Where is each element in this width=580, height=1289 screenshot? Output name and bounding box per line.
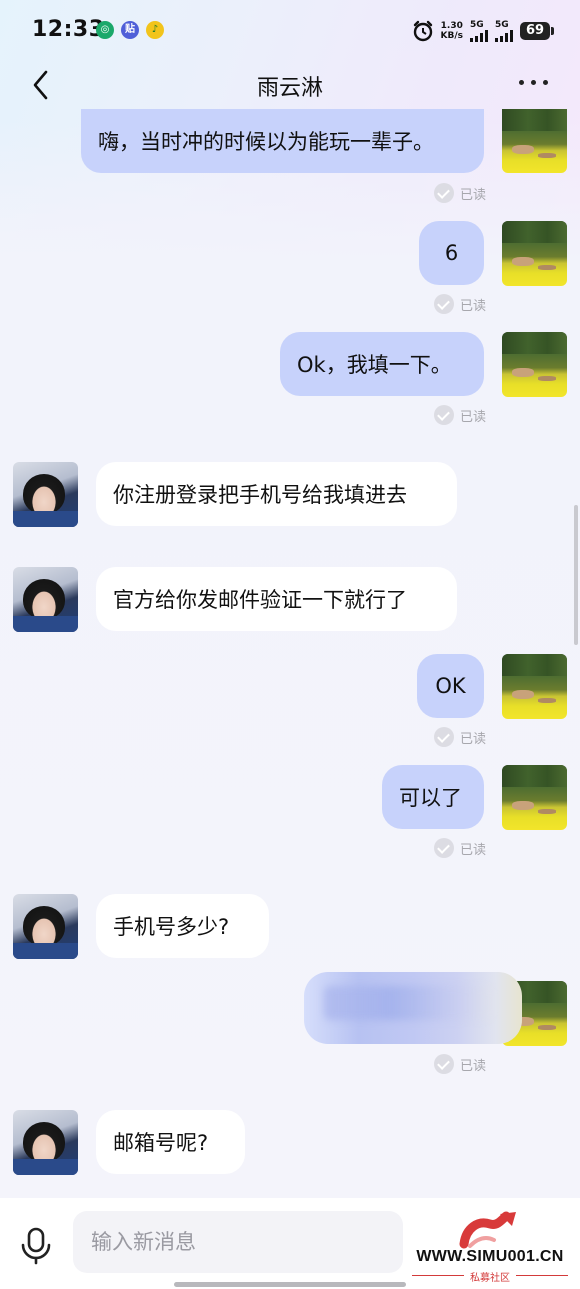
chat-header: 雨云淋	[0, 62, 580, 108]
read-receipt: 已读	[434, 727, 486, 747]
read-receipt: 已读	[434, 183, 486, 203]
message-bubble-outgoing[interactable]: OK	[417, 654, 484, 718]
chat-title: 雨云淋	[256, 76, 323, 101]
status-bar: 12:33 ◎ 贴 ♪ 1.30 KB/s 5G 5G 69	[0, 0, 580, 62]
status-time: 12:33	[32, 17, 105, 42]
check-icon	[434, 1054, 454, 1074]
watermark-logo-icon	[459, 1211, 516, 1249]
message-input-field[interactable]	[73, 1211, 409, 1273]
tieba-icon: 贴	[121, 21, 139, 39]
signal-bars-icon	[470, 29, 488, 42]
qq-music-icon: ♪	[146, 21, 164, 39]
signal-sim2: 5G	[495, 19, 513, 42]
read-receipt: 已读	[434, 294, 486, 314]
battery-indicator: 69	[520, 22, 554, 40]
my-avatar[interactable]	[502, 221, 567, 286]
message-bubble-incoming[interactable]: 你注册登录把手机号给我填进去	[96, 462, 457, 526]
microphone-icon[interactable]	[18, 1226, 54, 1266]
message-bubble-incoming[interactable]: 邮箱号呢?	[96, 1110, 245, 1174]
alarm-clock-icon	[413, 20, 432, 42]
message-bubble-outgoing[interactable]: 可以了	[382, 765, 484, 829]
scrollbar[interactable]	[574, 505, 578, 645]
read-label: 已读	[460, 1058, 487, 1074]
network-speed: 1.30 KB/s	[441, 21, 463, 41]
message-bubble-incoming[interactable]: 手机号多少?	[96, 894, 269, 958]
my-avatar[interactable]	[502, 654, 567, 719]
message-bubble-outgoing-blurred[interactable]	[304, 972, 522, 1044]
contact-avatar[interactable]	[13, 567, 78, 632]
message-bubble-outgoing[interactable]: Ok，我填一下。	[280, 332, 484, 396]
message-bubble-incoming[interactable]: 官方给你发邮件验证一下就行了	[96, 567, 457, 631]
check-icon	[434, 838, 454, 858]
my-avatar[interactable]	[502, 765, 567, 830]
message-bubble-outgoing[interactable]: 6	[419, 221, 484, 285]
network-speed-unit: KB/s	[440, 31, 463, 41]
more-dots-icon[interactable]	[519, 80, 548, 85]
contact-avatar[interactable]	[13, 894, 78, 959]
read-label: 已读	[460, 731, 487, 747]
network-speed-value: 1.30	[440, 21, 463, 31]
message-input[interactable]	[73, 1211, 409, 1273]
read-receipt: 已读	[434, 405, 486, 425]
message-bubble-outgoing[interactable]: 嗨，当时冲的时候以为能玩一辈子。	[81, 109, 484, 173]
watermark: WWW.SIMU001.CN 私募社区	[404, 1206, 576, 1286]
contact-avatar[interactable]	[13, 1110, 78, 1175]
read-receipt: 已读	[434, 1054, 486, 1074]
signal-sim1: 5G	[470, 19, 488, 42]
status-indicators: 1.30 KB/s 5G 5G 69	[412, 18, 554, 44]
watermark-divider	[516, 1275, 568, 1276]
read-label: 已读	[460, 842, 487, 858]
check-icon	[434, 405, 454, 425]
home-indicator[interactable]	[174, 1282, 406, 1287]
read-label: 已读	[460, 298, 487, 314]
contact-avatar[interactable]	[13, 462, 78, 527]
my-avatar[interactable]	[502, 332, 567, 397]
watermark-url: WWW.SIMU001.CN	[416, 1248, 564, 1265]
check-icon	[434, 727, 454, 747]
check-icon	[434, 183, 454, 203]
my-avatar[interactable]	[502, 109, 567, 173]
read-label: 已读	[460, 187, 487, 203]
sim1-network-label: 5G	[470, 19, 484, 30]
read-label: 已读	[460, 409, 487, 425]
read-receipt: 已读	[434, 838, 486, 858]
watermark-subtitle: 私募社区	[470, 1273, 510, 1284]
check-icon	[434, 294, 454, 314]
sim2-network-label: 5G	[495, 19, 509, 30]
china-mobile-icon: ◎	[96, 21, 114, 39]
signal-bars-icon	[495, 29, 513, 42]
